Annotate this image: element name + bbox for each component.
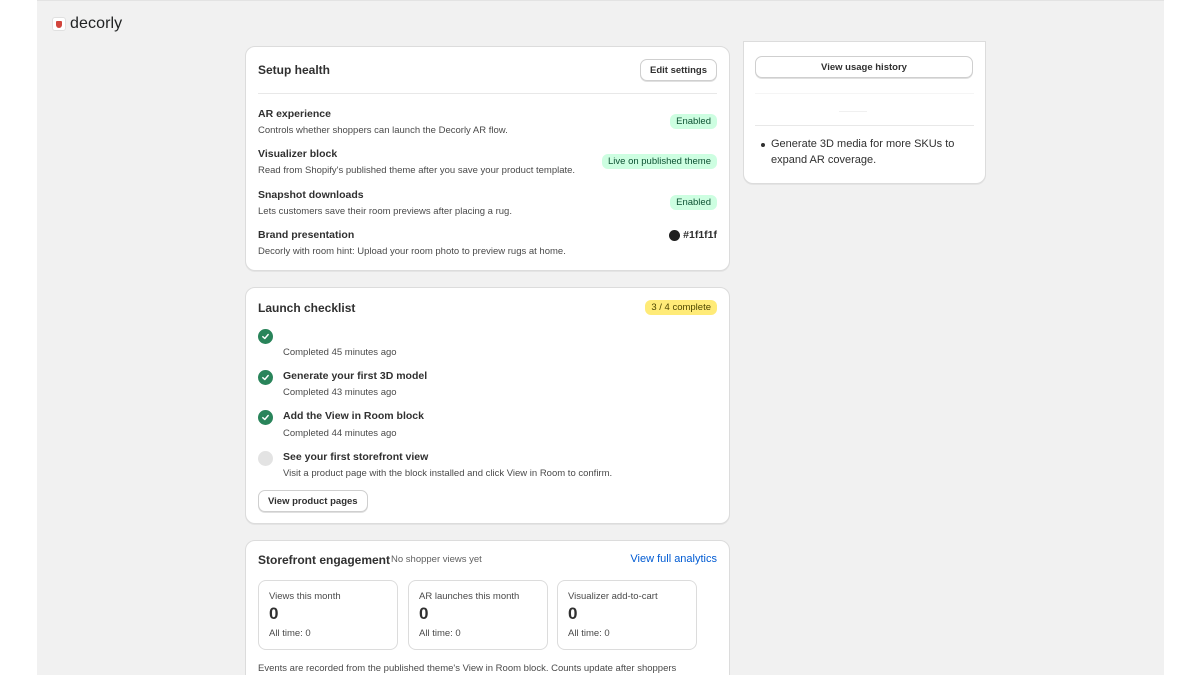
- brand-color-swatch: [669, 230, 680, 241]
- setup-health-title: Setup health: [258, 63, 331, 77]
- metric-card-ar-launches: AR launches this month 0 All time: 0: [408, 580, 548, 650]
- sidebar-tip: Generate 3D media for more SKUs to expan…: [761, 137, 971, 168]
- launch-checklist-card: Launch checklist 3 / 4 complete Complete…: [245, 287, 730, 524]
- engagement-footnote: Events are recorded from the published t…: [258, 663, 677, 674]
- brand-color-value: #1f1f1f: [683, 229, 717, 241]
- step-title: Generate your first 3D model: [283, 370, 428, 382]
- top-bar: decorly: [37, 1, 1164, 45]
- app-frame: decorly Setup health Edit settings AR ex…: [37, 0, 1164, 675]
- checkmark-icon: [258, 410, 273, 425]
- brand-name: decorly: [70, 15, 123, 32]
- view-usage-history-button[interactable]: View usage history: [755, 56, 973, 78]
- progress-badge: 3 / 4 complete: [645, 300, 717, 315]
- step-desc: Completed 43 minutes ago: [283, 387, 397, 398]
- metric-card-views: Views this month 0 All time: 0: [258, 580, 398, 650]
- step-desc: Visit a product page with the block inst…: [283, 468, 613, 479]
- metric-value: 0: [419, 604, 429, 623]
- view-full-analytics-link[interactable]: View full analytics: [630, 553, 717, 565]
- row-ar-experience-title: AR experience: [258, 108, 331, 120]
- metric-all-time: All time: 0: [269, 628, 311, 639]
- row-snapshot-downloads-title: Snapshot downloads: [258, 189, 364, 201]
- step-desc: Completed 45 minutes ago: [283, 347, 397, 358]
- metric-all-time: All time: 0: [568, 628, 610, 639]
- metric-value: 0: [568, 604, 578, 623]
- usage-sidebar-card: View usage history Generate 3D media for…: [743, 41, 986, 184]
- storefront-engagement-card: Storefront engagement No shopper views y…: [245, 540, 730, 675]
- status-badge: Live on published theme: [602, 154, 717, 169]
- checkmark-icon: [258, 370, 273, 385]
- decorly-logo-icon: [52, 17, 66, 31]
- row-ar-experience-desc: Controls whether shoppers can launch the…: [258, 125, 508, 136]
- faint-divider: [755, 93, 974, 94]
- step-title: Add the View in Room block: [283, 410, 424, 422]
- metric-all-time: All time: 0: [419, 628, 461, 639]
- metric-card-add-to-cart: Visualizer add-to-cart 0 All time: 0: [557, 580, 697, 650]
- engagement-note: No shopper views yet: [391, 554, 482, 565]
- step-desc: Completed 44 minutes ago: [283, 428, 397, 439]
- row-brand-presentation-title: Brand presentation: [258, 229, 355, 241]
- view-product-pages-button[interactable]: View product pages: [258, 490, 368, 512]
- step-title: See your first storefront view: [283, 451, 429, 463]
- row-snapshot-downloads-desc: Lets customers save their room previews …: [258, 206, 512, 217]
- divider: [755, 125, 974, 126]
- metric-label: AR launches this month: [419, 591, 520, 602]
- setup-health-card: Setup health Edit settings AR experience…: [245, 46, 730, 271]
- faint-divider: [839, 111, 867, 112]
- checkmark-icon: [258, 329, 273, 344]
- edit-settings-button[interactable]: Edit settings: [639, 59, 717, 81]
- status-badge: Enabled: [670, 114, 717, 129]
- metric-label: Visualizer add-to-cart: [568, 591, 658, 602]
- divider: [258, 93, 717, 94]
- launch-checklist-title: Launch checklist: [258, 301, 356, 315]
- pending-circle-icon: [258, 451, 273, 466]
- row-visualizer-block-desc: Read from Shopify's published theme afte…: [258, 165, 576, 176]
- row-brand-presentation-desc: Decorly with room hint: Upload your room…: [258, 246, 566, 257]
- status-badge: Enabled: [670, 195, 717, 210]
- storefront-engagement-title: Storefront engagement: [258, 553, 391, 567]
- metric-value: 0: [269, 604, 279, 623]
- metric-label: Views this month: [269, 591, 341, 602]
- row-visualizer-block-title: Visualizer block: [258, 148, 338, 160]
